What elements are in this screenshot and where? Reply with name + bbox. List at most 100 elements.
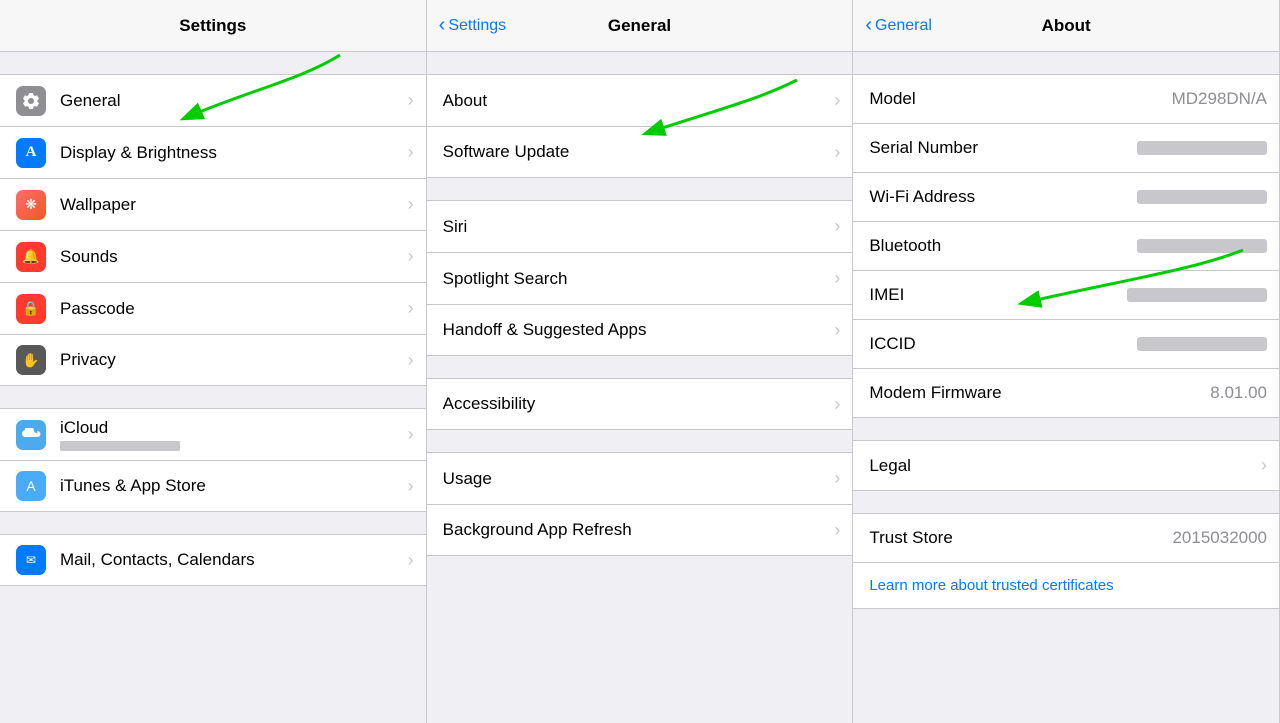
svg-text:A: A [26, 478, 36, 494]
privacy-icon: ✋ [16, 345, 46, 375]
settings-column: Settings General › A Display & Brightnes… [0, 0, 427, 723]
general-item-accessibility[interactable]: Accessibility › [427, 378, 853, 430]
itunes-label: iTunes & App Store [60, 476, 400, 496]
mail-icon: ✉ [16, 545, 46, 575]
general-chevron: › [408, 90, 414, 111]
sounds-label: Sounds [60, 247, 400, 267]
itunes-content: iTunes & App Store [60, 476, 400, 496]
about-item-wifi: Wi-Fi Address [853, 172, 1279, 221]
serial-value [1137, 141, 1267, 155]
wallpaper-chevron: › [408, 194, 414, 215]
siri-label: Siri [443, 217, 835, 237]
usage-chevron: › [834, 468, 840, 489]
about-title: About [1042, 16, 1091, 36]
privacy-label: Privacy [60, 350, 400, 370]
about-back-chevron-icon: ‹ [865, 15, 872, 35]
general-group1: About › Software Update › [427, 74, 853, 178]
modem-label: Modem Firmware [869, 383, 1202, 403]
passcode-label: Passcode [60, 299, 400, 319]
about-item-learn-more[interactable]: Learn more about trusted certificates [853, 562, 1279, 609]
settings-title: Settings [179, 16, 246, 36]
settings-group2: iCloud › A iTunes & App Store › [0, 408, 426, 512]
about-item-legal[interactable]: Legal › [853, 440, 1279, 491]
privacy-chevron: › [408, 350, 414, 371]
imei-label: IMEI [869, 285, 1119, 305]
accessibility-chevron: › [834, 394, 840, 415]
sounds-chevron: › [408, 246, 414, 267]
about-column: ‹ General About Model MD298DN/A Serial N… [853, 0, 1280, 723]
general-item-usage[interactable]: Usage › [427, 452, 853, 504]
general-back-button[interactable]: ‹ Settings [439, 16, 506, 35]
settings-nav-bar: Settings [0, 0, 426, 52]
general-item-spotlight[interactable]: Spotlight Search › [427, 252, 853, 304]
general-group2: Siri › Spotlight Search › Handoff & Sugg… [427, 200, 853, 356]
icloud-content: iCloud [60, 418, 400, 451]
iccid-label: ICCID [869, 334, 1129, 354]
itunes-chevron: › [408, 476, 414, 497]
general-item-handoff[interactable]: Handoff & Suggested Apps › [427, 304, 853, 356]
handoff-chevron: › [834, 320, 840, 341]
general-back-label: Settings [448, 17, 506, 35]
general-group3: Accessibility › [427, 378, 853, 430]
settings-item-sounds[interactable]: 🔔 Sounds › [0, 230, 426, 282]
about-back-button[interactable]: ‹ General [865, 16, 932, 35]
itunes-icon: A [16, 471, 46, 501]
settings-item-privacy[interactable]: ✋ Privacy › [0, 334, 426, 386]
settings-item-itunes[interactable]: A iTunes & App Store › [0, 460, 426, 512]
settings-item-icloud[interactable]: iCloud › [0, 408, 426, 460]
general-item-siri[interactable]: Siri › [427, 200, 853, 252]
wifi-label: Wi-Fi Address [869, 187, 1129, 207]
usage-label: Usage [443, 469, 835, 489]
background-refresh-chevron: › [834, 520, 840, 541]
legal-label: Legal [869, 456, 1255, 476]
about-item-imei: IMEI [853, 270, 1279, 319]
settings-item-wallpaper[interactable]: ❋ Wallpaper › [0, 178, 426, 230]
trust-store-label: Trust Store [869, 528, 1164, 548]
general-title: General [608, 16, 671, 36]
icloud-icon [16, 420, 46, 450]
privacy-content: Privacy [60, 350, 400, 370]
wallpaper-label: Wallpaper [60, 195, 400, 215]
general-item-software-update[interactable]: Software Update › [427, 126, 853, 178]
trust-store-value: 2015032000 [1172, 528, 1267, 548]
about-item-modem: Modem Firmware 8.01.00 [853, 368, 1279, 418]
background-refresh-label: Background App Refresh [443, 520, 835, 540]
general-scroll[interactable]: About › Software Update › Siri › Spotlig… [427, 52, 853, 723]
serial-label: Serial Number [869, 138, 1129, 158]
legal-chevron: › [1261, 455, 1267, 476]
siri-chevron: › [834, 216, 840, 237]
passcode-chevron: › [408, 298, 414, 319]
about-item-serial: Serial Number [853, 123, 1279, 172]
about-scroll[interactable]: Model MD298DN/A Serial Number Wi-Fi Addr… [853, 52, 1279, 723]
general-nav-bar: ‹ Settings General [427, 0, 853, 52]
passcode-icon: 🔒 [16, 294, 46, 324]
icloud-label: iCloud [60, 418, 400, 438]
settings-item-mail[interactable]: ✉ Mail, Contacts, Calendars › [0, 534, 426, 586]
sounds-content: Sounds [60, 247, 400, 267]
general-item-about[interactable]: About › [427, 74, 853, 126]
general-label: General [60, 91, 400, 111]
settings-item-passcode[interactable]: 🔒 Passcode › [0, 282, 426, 334]
about-back-label: General [875, 17, 932, 35]
display-icon: A [16, 138, 46, 168]
back-chevron-icon: ‹ [439, 15, 446, 35]
imei-value [1127, 288, 1267, 302]
learn-more-link[interactable]: Learn more about trusted certificates [869, 577, 1113, 594]
general-icon [16, 86, 46, 116]
general-group4: Usage › Background App Refresh › [427, 452, 853, 556]
general-column: ‹ Settings General About › Software Upda… [427, 0, 854, 723]
about-nav-bar: ‹ General About [853, 0, 1279, 52]
about-item-model: Model MD298DN/A [853, 74, 1279, 123]
settings-item-general[interactable]: General › [0, 74, 426, 126]
display-content: Display & Brightness [60, 143, 400, 163]
software-update-chevron: › [834, 142, 840, 163]
icloud-chevron: › [408, 424, 414, 445]
general-item-background-refresh[interactable]: Background App Refresh › [427, 504, 853, 556]
about-item-iccid: ICCID [853, 319, 1279, 368]
settings-scroll[interactable]: General › A Display & Brightness › ❋ Wal… [0, 52, 426, 723]
accessibility-label: Accessibility [443, 394, 835, 414]
sounds-icon: 🔔 [16, 242, 46, 272]
settings-item-display[interactable]: A Display & Brightness › [0, 126, 426, 178]
spotlight-label: Spotlight Search [443, 269, 835, 289]
bluetooth-label: Bluetooth [869, 236, 1129, 256]
